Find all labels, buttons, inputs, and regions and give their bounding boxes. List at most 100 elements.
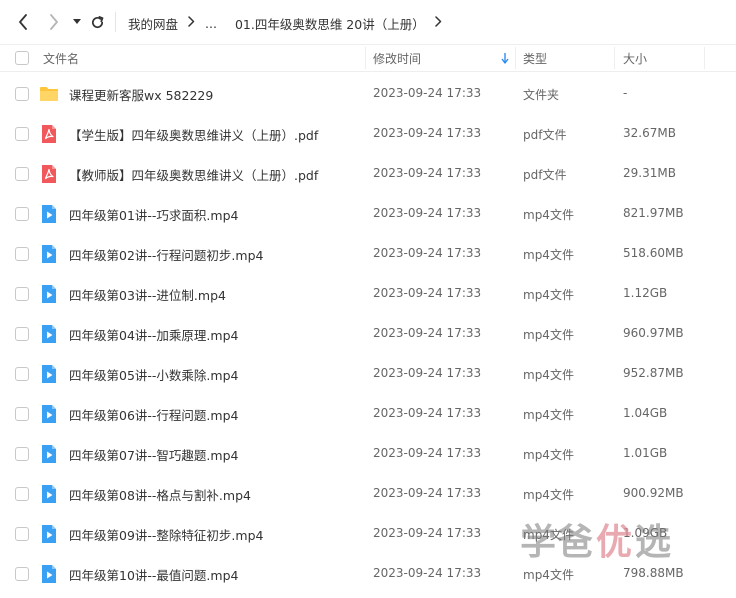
breadcrumb-ellipsis[interactable]: ...: [205, 16, 217, 31]
file-size: 798.88MB: [623, 566, 684, 580]
column-header-type[interactable]: 类型: [523, 45, 547, 71]
file-modified-time: 2023-09-24 17:33: [373, 166, 482, 180]
row-checkbox[interactable]: [15, 527, 29, 541]
video-icon: [39, 244, 59, 264]
row-checkbox[interactable]: [15, 567, 29, 581]
row-checkbox[interactable]: [15, 127, 29, 141]
row-checkbox[interactable]: [15, 87, 29, 101]
file-name[interactable]: 四年级第02讲--行程问题初步.mp4: [69, 245, 263, 264]
row-checkbox[interactable]: [15, 287, 29, 301]
file-size: 821.97MB: [623, 206, 684, 220]
row-checkbox[interactable]: [15, 327, 29, 341]
pdf-icon: [39, 164, 59, 184]
chevron-left-icon: [19, 14, 27, 30]
file-size: 32.67MB: [623, 126, 676, 140]
file-size: 1.04GB: [623, 406, 668, 420]
file-size: 952.87MB: [623, 366, 684, 380]
file-name[interactable]: 四年级第04讲--加乘原理.mp4: [69, 325, 238, 344]
file-type: mp4文件: [523, 408, 574, 422]
file-name[interactable]: 【学生版】四年级奥数思维讲义（上册）.pdf: [69, 125, 318, 144]
column-header-name[interactable]: 文件名: [43, 45, 79, 71]
file-name[interactable]: 【教师版】四年级奥数思维讲义（上册）.pdf: [69, 165, 318, 184]
file-modified-time: 2023-09-24 17:33: [373, 366, 482, 380]
video-icon: [39, 484, 59, 504]
file-row[interactable]: 【学生版】四年级奥数思维讲义（上册）.pdf 2023-09-24 17:33 pd…: [0, 114, 736, 154]
file-size: 1.01GB: [623, 446, 668, 460]
breadcrumb-separator-icon: [188, 16, 195, 30]
file-name[interactable]: 四年级第03讲--进位制.mp4: [69, 285, 226, 304]
video-icon: [39, 564, 59, 584]
file-name[interactable]: 四年级第06讲--行程问题.mp4: [69, 405, 238, 424]
column-divider: [704, 47, 705, 69]
file-type: 文件夹: [523, 88, 560, 102]
file-modified-time: 2023-09-24 17:33: [373, 566, 482, 580]
breadcrumb-current[interactable]: 01.四年级奥数思维 20讲（上册）: [235, 14, 425, 33]
breadcrumb: 我的网盘 ... 01.四年级奥数思维 20讲（上册）: [128, 14, 452, 32]
video-icon: [39, 404, 59, 424]
file-row[interactable]: 四年级第06讲--行程问题.mp4 2023-09-24 17:33 mp4文件 1.…: [0, 394, 736, 434]
file-type: mp4文件: [523, 288, 574, 302]
file-name[interactable]: 课程更新客服wx 582229: [69, 85, 213, 104]
column-divider: [365, 47, 366, 69]
back-button[interactable]: [13, 12, 33, 32]
file-type: mp4文件: [523, 448, 574, 462]
file-row[interactable]: 四年级第03讲--进位制.mp4 2023-09-24 17:33 mp4文件 1.1…: [0, 274, 736, 314]
file-row[interactable]: 四年级第01讲--巧求面积.mp4 2023-09-24 17:33 mp4文件 82…: [0, 194, 736, 234]
file-row[interactable]: 四年级第05讲--小数乘除.mp4 2023-09-24 17:33 mp4文件 95…: [0, 354, 736, 394]
select-all-checkbox[interactable]: [15, 51, 29, 65]
breadcrumb-separator-icon: [434, 16, 442, 30]
row-checkbox[interactable]: [15, 487, 29, 501]
file-modified-time: 2023-09-24 17:33: [373, 406, 482, 420]
row-checkbox[interactable]: [15, 407, 29, 421]
file-row[interactable]: 四年级第04讲--加乘原理.mp4 2023-09-24 17:33 mp4文件 96…: [0, 314, 736, 354]
file-type: mp4文件: [523, 568, 574, 582]
file-modified-time: 2023-09-24 17:33: [373, 526, 482, 540]
top-navigation-bar: 我的网盘 ... 01.四年级奥数思维 20讲（上册）: [0, 0, 736, 44]
row-checkbox[interactable]: [15, 367, 29, 381]
watermark: 学爸 优 选: [520, 514, 672, 564]
video-icon: [39, 524, 59, 544]
watermark-text-2: 优: [596, 522, 634, 563]
history-dropdown-button[interactable]: [67, 12, 87, 32]
file-size: 960.97MB: [623, 326, 684, 340]
row-checkbox[interactable]: [15, 207, 29, 221]
file-size: 900.92MB: [623, 486, 684, 500]
video-icon: [39, 284, 59, 304]
file-name[interactable]: 四年级第10讲--最值问题.mp4: [69, 565, 238, 584]
watermark-text-1: 学爸: [520, 522, 595, 563]
file-size: -: [623, 86, 628, 100]
file-row[interactable]: 四年级第07讲--智巧趣题.mp4 2023-09-24 17:33 mp4文件 1.…: [0, 434, 736, 474]
column-header-modified-label: 修改时间: [373, 51, 422, 66]
column-header-size[interactable]: 大小: [623, 45, 647, 71]
file-name[interactable]: 四年级第05讲--小数乘除.mp4: [69, 365, 238, 384]
file-name[interactable]: 四年级第01讲--巧求面积.mp4: [69, 205, 238, 224]
file-type: mp4文件: [523, 248, 574, 262]
folder-icon: [39, 84, 59, 104]
file-row[interactable]: 课程更新客服wx 582229 2023-09-24 17:33 文件夹 -: [0, 74, 736, 114]
row-checkbox[interactable]: [15, 447, 29, 461]
chevron-right-icon: [50, 14, 58, 30]
file-size: 1.12GB: [623, 286, 668, 300]
file-size: 29.31MB: [623, 166, 676, 180]
file-name[interactable]: 四年级第09讲--整除特征初步.mp4: [69, 525, 263, 544]
row-checkbox[interactable]: [15, 167, 29, 181]
pdf-icon: [39, 124, 59, 144]
file-name[interactable]: 四年级第08讲--格点与割补.mp4: [69, 485, 251, 504]
file-size: 518.60MB: [623, 246, 684, 260]
column-header-modified[interactable]: 修改时间: [373, 45, 513, 71]
toolbar-divider: [115, 12, 116, 32]
forward-button[interactable]: [44, 12, 64, 32]
row-checkbox[interactable]: [15, 247, 29, 261]
file-row[interactable]: 四年级第08讲--格点与割补.mp4 2023-09-24 17:33 mp4文件 9…: [0, 474, 736, 514]
file-type: pdf文件: [523, 168, 567, 182]
video-icon: [39, 444, 59, 464]
file-name[interactable]: 四年级第07讲--智巧趣题.mp4: [69, 445, 238, 464]
file-type: mp4文件: [523, 208, 574, 222]
file-modified-time: 2023-09-24 17:33: [373, 286, 482, 300]
file-row[interactable]: 四年级第02讲--行程问题初步.mp4 2023-09-24 17:33 mp4文件…: [0, 234, 736, 274]
refresh-button[interactable]: [87, 12, 107, 32]
file-modified-time: 2023-09-24 17:33: [373, 326, 482, 340]
breadcrumb-root[interactable]: 我的网盘: [128, 14, 178, 33]
file-row[interactable]: 【教师版】四年级奥数思维讲义（上册）.pdf 2023-09-24 17:33 pd…: [0, 154, 736, 194]
file-list-header: 文件名 修改时间 类型 大小: [0, 44, 736, 72]
